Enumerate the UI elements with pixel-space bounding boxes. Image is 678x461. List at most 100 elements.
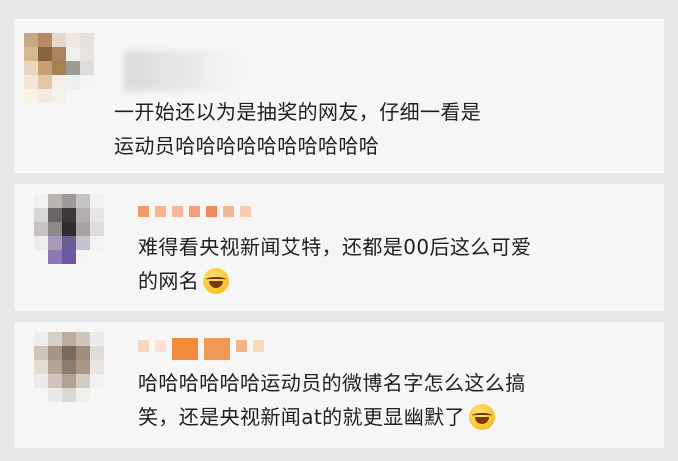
comment-text-segment: 的网名 bbox=[138, 269, 200, 293]
avatar-pixel bbox=[90, 194, 104, 208]
avatar-pixel bbox=[90, 346, 104, 360]
comment-text-line: 的网名 bbox=[138, 264, 531, 298]
comment-text-segment: 笑，还是央视新闻at的就更显幽默了 bbox=[138, 405, 465, 429]
avatar-pixel bbox=[66, 75, 80, 89]
username-censor-block bbox=[138, 206, 149, 217]
avatar-pixel bbox=[34, 374, 48, 388]
avatar-pixel bbox=[80, 47, 94, 61]
avatar-pixel bbox=[76, 332, 90, 346]
avatar-pixel bbox=[24, 33, 38, 47]
avatar-pixel bbox=[62, 208, 76, 222]
username-censor-block bbox=[172, 206, 183, 217]
avatar-pixel bbox=[24, 61, 38, 75]
avatar-pixel bbox=[62, 332, 76, 346]
avatar-pixel bbox=[66, 33, 80, 47]
avatar[interactable] bbox=[34, 332, 104, 402]
avatar-pixel bbox=[52, 75, 66, 89]
avatar-pixel bbox=[52, 47, 66, 61]
avatar-pixel bbox=[34, 194, 48, 208]
comment-card[interactable]: 难得看央视新闻艾特，还都是00后这么可爱 的网名 bbox=[14, 184, 664, 311]
comment-card[interactable]: 哈哈哈哈哈哈运动员的微博名字怎么这么搞 笑，还是央视新闻at的就更显幽默了 bbox=[14, 322, 664, 448]
avatar-pixel bbox=[80, 89, 94, 103]
avatar-pixel bbox=[80, 33, 94, 47]
avatar-pixel bbox=[34, 222, 48, 236]
avatar-pixel bbox=[48, 374, 62, 388]
avatar-pixel bbox=[76, 194, 90, 208]
avatar-pixel bbox=[38, 61, 52, 75]
avatar-pixel bbox=[90, 222, 104, 236]
username-censor-block bbox=[172, 338, 198, 360]
avatar-pixel bbox=[48, 332, 62, 346]
username-censor-block bbox=[236, 340, 247, 352]
avatar-pixel bbox=[62, 360, 76, 374]
avatar-pixel bbox=[34, 332, 48, 346]
avatar-pixel bbox=[62, 194, 76, 208]
avatar-pixel bbox=[90, 236, 104, 250]
username-censor-block bbox=[204, 338, 230, 360]
avatar[interactable] bbox=[34, 194, 104, 264]
avatar-pixel bbox=[34, 360, 48, 374]
avatar-pixel bbox=[48, 388, 62, 402]
avatar-pixel bbox=[48, 360, 62, 374]
avatar-pixel bbox=[34, 208, 48, 222]
avatar-pixel bbox=[34, 388, 48, 402]
comment-text-line: 运动员哈哈哈哈哈哈哈哈哈哈 bbox=[114, 134, 380, 158]
avatar-pixel bbox=[24, 47, 38, 61]
comment-text-line: 难得看央视新闻艾特，还都是00后这么可爱 bbox=[138, 235, 532, 259]
avatar-pixel bbox=[38, 47, 52, 61]
avatar-pixel bbox=[62, 222, 76, 236]
avatar-pixel bbox=[24, 75, 38, 89]
username-censored[interactable] bbox=[138, 336, 264, 360]
avatar-pixel bbox=[66, 61, 80, 75]
avatar-pixel bbox=[76, 360, 90, 374]
avatar[interactable] bbox=[24, 33, 94, 103]
username-censor-block bbox=[240, 206, 251, 217]
avatar-pixel bbox=[52, 33, 66, 47]
username-censor-block bbox=[155, 206, 166, 217]
avatar-pixel bbox=[76, 208, 90, 222]
avatar-pixel bbox=[90, 360, 104, 374]
username-censored[interactable] bbox=[138, 206, 251, 217]
comment-card[interactable]: 一开始还以为是抽奖的网友，仔细一看是 运动员哈哈哈哈哈哈哈哈哈哈 bbox=[14, 19, 664, 173]
avatar-pixel bbox=[62, 236, 76, 250]
laughing-tears-emoji-icon bbox=[203, 268, 230, 294]
avatar-pixel bbox=[38, 89, 52, 103]
avatar-pixel bbox=[76, 222, 90, 236]
username-blurred bbox=[124, 51, 244, 91]
avatar-pixel bbox=[76, 388, 90, 402]
comment-text: 难得看央视新闻艾特，还都是00后这么可爱 的网名 bbox=[138, 230, 531, 298]
avatar-pixel bbox=[80, 75, 94, 89]
avatar-pixel bbox=[62, 250, 76, 264]
avatar-pixel bbox=[34, 346, 48, 360]
avatar-pixel bbox=[34, 236, 48, 250]
avatar-pixel bbox=[90, 332, 104, 346]
avatar-pixel bbox=[62, 346, 76, 360]
avatar-pixel bbox=[48, 236, 62, 250]
avatar-pixel bbox=[62, 374, 76, 388]
avatar-pixel bbox=[66, 47, 80, 61]
username-censor-block bbox=[223, 206, 234, 217]
avatar-pixel bbox=[80, 61, 94, 75]
username-censor-block bbox=[206, 206, 217, 217]
avatar-pixel bbox=[76, 346, 90, 360]
avatar-pixel bbox=[38, 75, 52, 89]
avatar-pixel bbox=[66, 89, 80, 103]
username-censor-block bbox=[138, 340, 149, 352]
avatar-pixel bbox=[24, 89, 38, 103]
avatar-pixel bbox=[34, 250, 48, 264]
avatar-pixel bbox=[52, 61, 66, 75]
avatar-pixel bbox=[90, 250, 104, 264]
username-censor-block bbox=[155, 340, 166, 352]
avatar-pixel bbox=[76, 236, 90, 250]
comment-text-line: 一开始还以为是抽奖的网友，仔细一看是 bbox=[114, 100, 482, 124]
comment-text-line: 笑，还是央视新闻at的就更显幽默了 bbox=[138, 400, 526, 434]
comment-text: 哈哈哈哈哈哈运动员的微博名字怎么这么搞 笑，还是央视新闻at的就更显幽默了 bbox=[138, 366, 526, 434]
avatar-pixel bbox=[52, 89, 66, 103]
avatar-pixel bbox=[90, 208, 104, 222]
avatar-pixel bbox=[48, 208, 62, 222]
avatar-pixel bbox=[38, 33, 52, 47]
avatar-pixel bbox=[48, 222, 62, 236]
laughing-tears-emoji-icon bbox=[468, 404, 495, 430]
avatar-pixel bbox=[48, 346, 62, 360]
comment-text: 一开始还以为是抽奖的网友，仔细一看是 运动员哈哈哈哈哈哈哈哈哈哈 bbox=[114, 95, 481, 163]
